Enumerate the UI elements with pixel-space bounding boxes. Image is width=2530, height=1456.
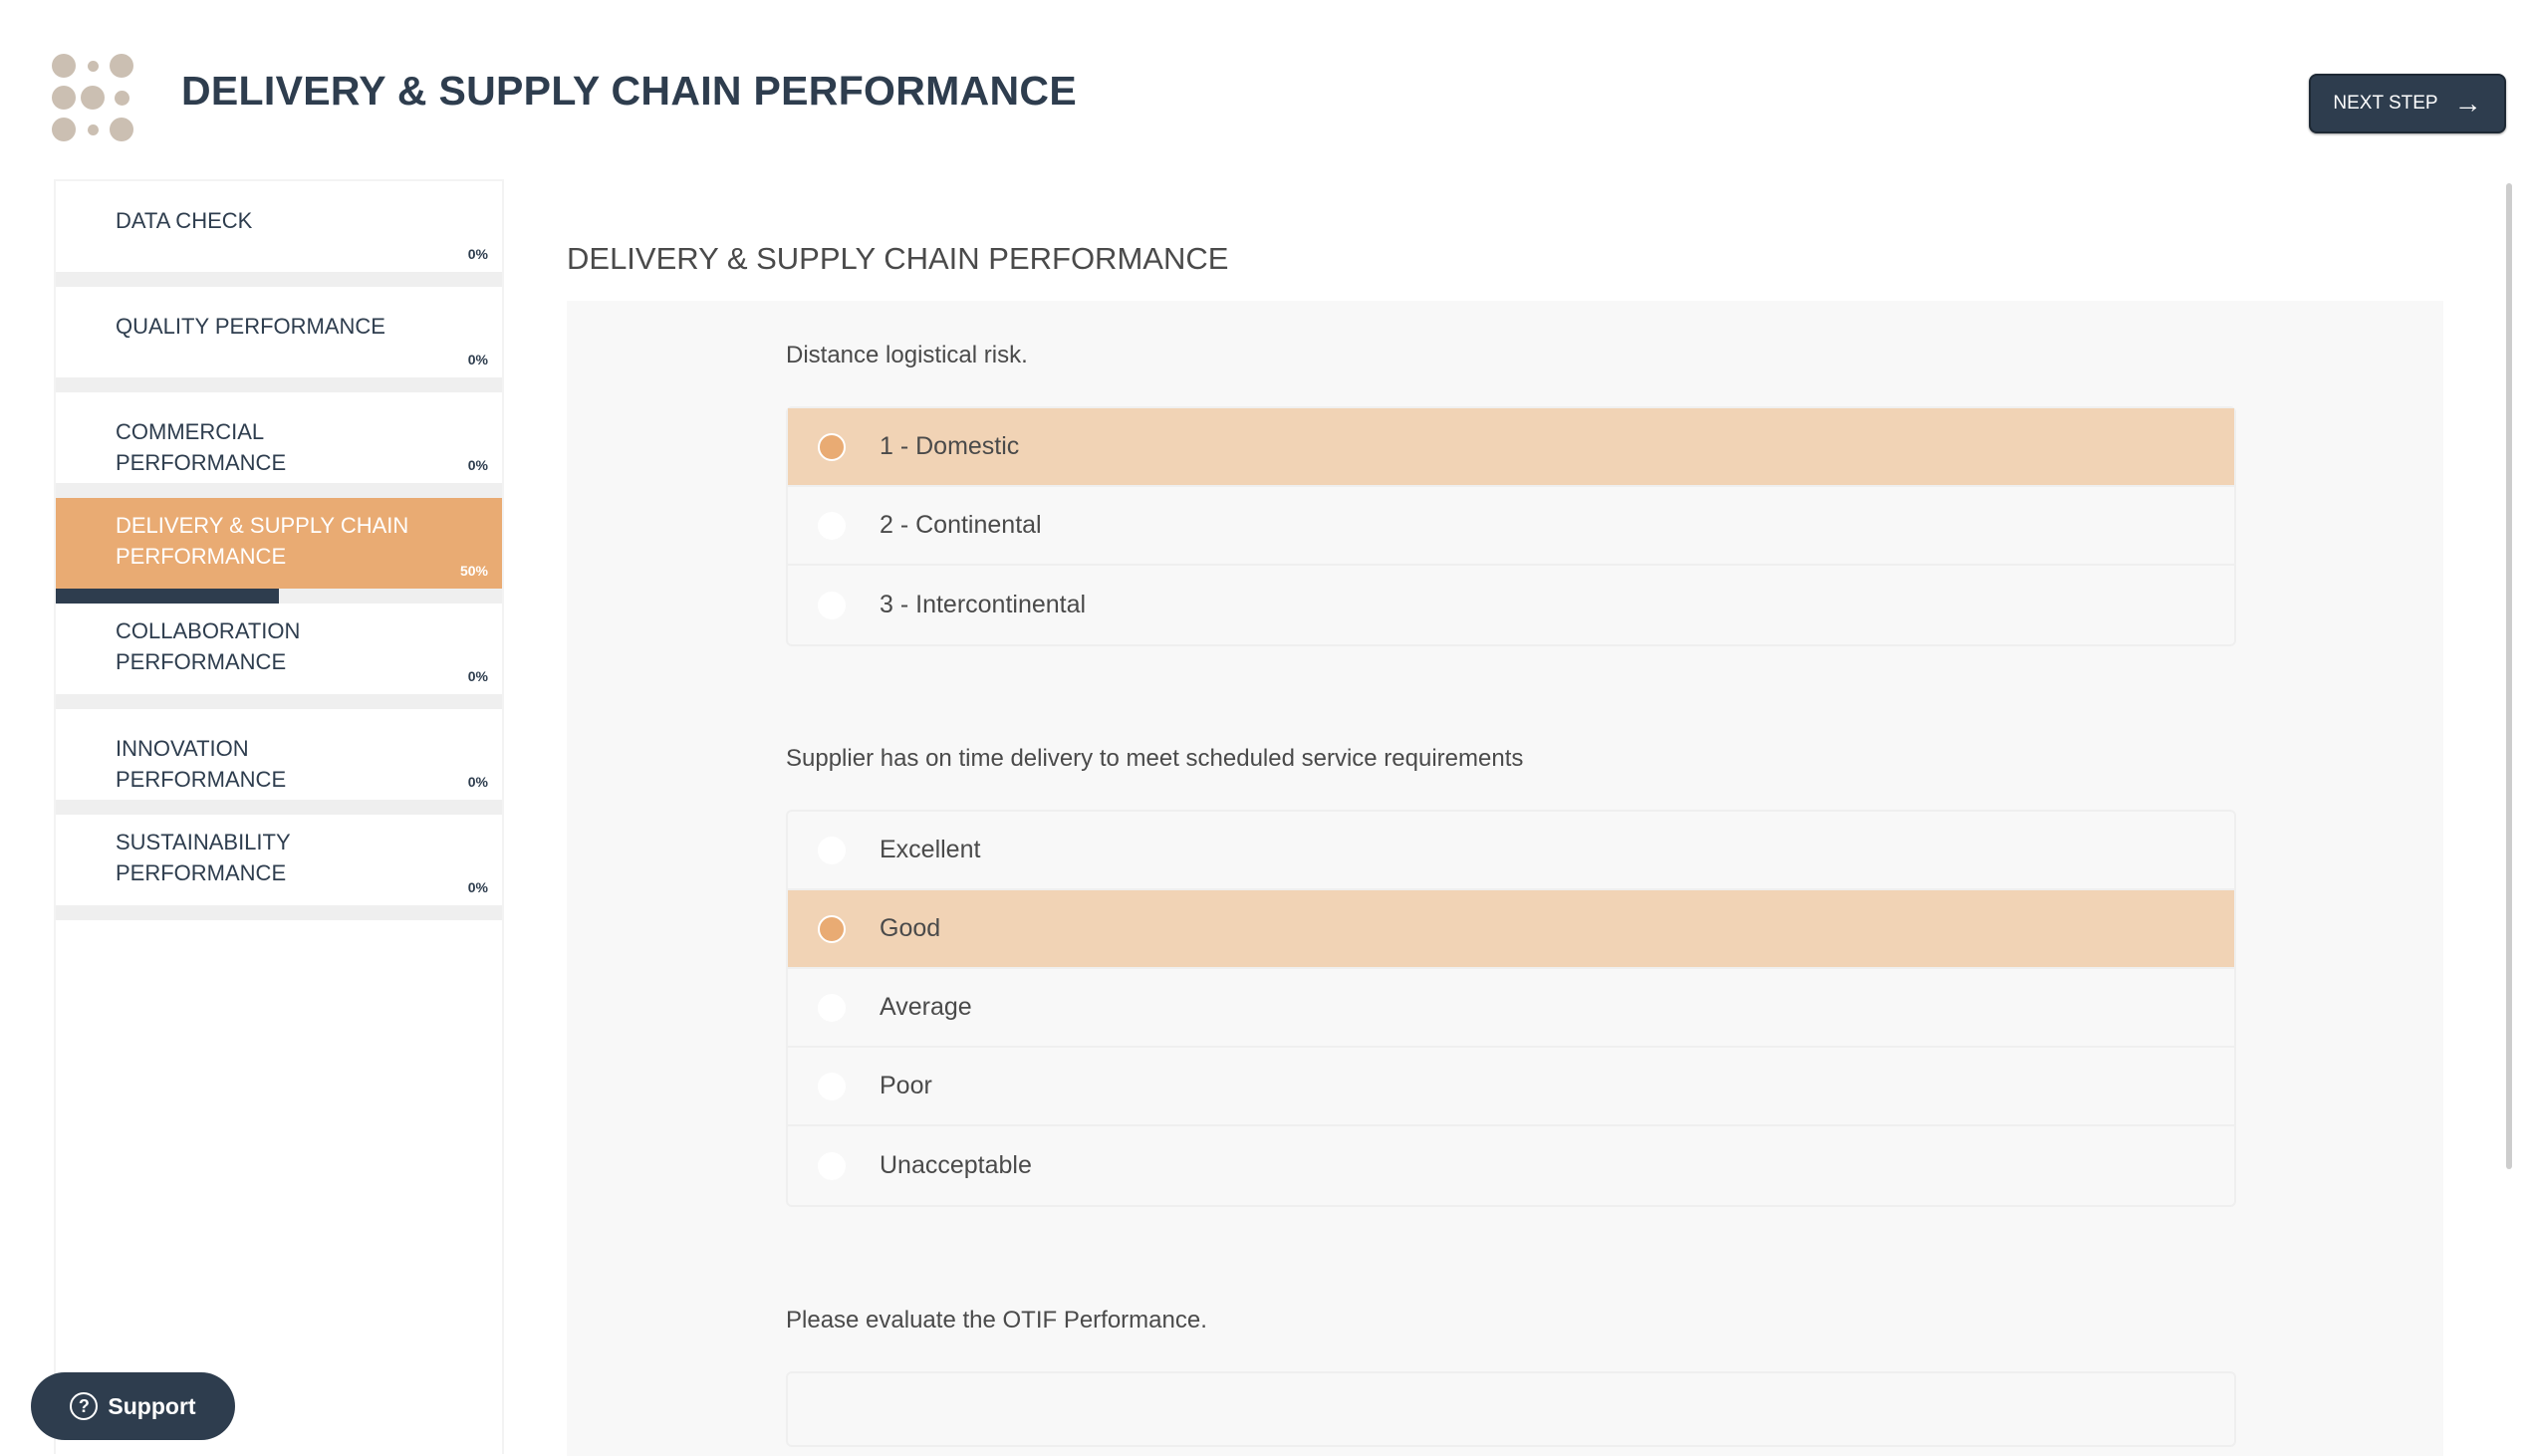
step-label: SUSTAINABILITY PERFORMANCE: [116, 830, 291, 885]
step-label: INNOVATION PERFORMANCE: [116, 736, 287, 792]
step-progress-bar: [56, 905, 502, 920]
scrollbar[interactable]: [2506, 183, 2512, 1169]
radio-button[interactable]: [818, 591, 846, 619]
step-percent: 0%: [467, 246, 488, 262]
arrow-right-icon: →: [2453, 88, 2482, 119]
sidebar-step[interactable]: QUALITY PERFORMANCE 0%: [56, 287, 502, 392]
option-label: 3 - Intercontinental: [880, 591, 1087, 618]
radio-option[interactable]: 1 - Domestic: [788, 408, 2234, 487]
step-progress-bar: [56, 377, 502, 392]
question-label: Distance logistical risk.: [786, 342, 1028, 368]
sidebar-step[interactable]: DATA CHECK 0%: [56, 181, 502, 287]
radio-option[interactable]: 2 - Continental: [788, 487, 2234, 566]
sidebar-step[interactable]: INNOVATION PERFORMANCE 0%: [56, 709, 502, 815]
sidebar-step[interactable]: DELIVERY & SUPPLY CHAIN PERFORMANCE 50%: [56, 498, 502, 604]
radio-option[interactable]: Excellent: [788, 812, 2234, 890]
next-step-button[interactable]: NEXT STEP →: [2309, 74, 2506, 133]
radio-button[interactable]: [818, 511, 846, 540]
option-label: Average: [880, 993, 972, 1021]
step-percent: 0%: [467, 668, 488, 684]
radio-group-on-time-delivery: Excellent Good Average Poor Unacceptable: [786, 810, 2236, 1207]
radio-button[interactable]: [818, 432, 846, 461]
option-label: Unacceptable: [880, 1151, 1032, 1179]
radio-option[interactable]: Good: [788, 890, 2234, 969]
step-label: COLLABORATION PERFORMANCE: [116, 618, 301, 674]
step-percent: 50%: [459, 563, 488, 579]
radio-button[interactable]: [818, 1072, 846, 1100]
radio-button[interactable]: [818, 1151, 846, 1180]
option-label: Good: [880, 914, 941, 942]
radio-option[interactable]: Poor: [788, 1048, 2234, 1126]
step-label: QUALITY PERFORMANCE: [116, 314, 385, 339]
radio-button[interactable]: [818, 914, 846, 943]
step-progress-bar: [56, 589, 502, 604]
option-label: Poor: [880, 1072, 932, 1099]
step-label: COMMERCIAL PERFORMANCE: [116, 419, 287, 475]
radio-button[interactable]: [818, 993, 846, 1022]
sidebar-step[interactable]: COMMERCIAL PERFORMANCE 0%: [56, 392, 502, 498]
next-step-label: NEXT STEP: [2333, 93, 2438, 114]
option-label: 2 - Continental: [880, 511, 1042, 539]
otif-answer-field[interactable]: [786, 1371, 2236, 1447]
section-title: DELIVERY & SUPPLY CHAIN PERFORMANCE: [567, 241, 1229, 276]
radio-option[interactable]: Unacceptable: [788, 1126, 2234, 1205]
step-progress-bar: [56, 694, 502, 709]
radio-option[interactable]: Average: [788, 969, 2234, 1048]
support-label: Support: [108, 1392, 196, 1419]
step-percent: 0%: [467, 774, 488, 790]
step-progress-bar: [56, 800, 502, 815]
question-label: Supplier has on time delivery to meet sc…: [786, 745, 1524, 772]
step-progress-fill: [56, 589, 279, 604]
help-icon: ?: [70, 1392, 99, 1420]
support-button[interactable]: ? Support: [31, 1372, 235, 1440]
question-label: Please evaluate the OTIF Performance.: [786, 1307, 1207, 1334]
radio-group-distance: 1 - Domestic 2 - Continental 3 - Intercont…: [786, 406, 2236, 646]
logo: [52, 54, 139, 141]
option-label: 1 - Domestic: [880, 432, 1020, 460]
sidebar-step[interactable]: SUSTAINABILITY PERFORMANCE 0%: [56, 815, 502, 920]
step-percent: 0%: [467, 879, 488, 895]
radio-button[interactable]: [818, 836, 846, 864]
step-progress-bar: [56, 272, 502, 287]
step-progress-bar: [56, 483, 502, 498]
step-percent: 0%: [467, 457, 488, 473]
step-label: DATA CHECK: [116, 208, 253, 233]
page-title: DELIVERY & SUPPLY CHAIN PERFORMANCE: [181, 68, 1077, 114]
option-label: Excellent: [880, 836, 981, 863]
sidebar-step[interactable]: COLLABORATION PERFORMANCE 0%: [56, 604, 502, 709]
step-percent: 0%: [467, 352, 488, 367]
step-label: DELIVERY & SUPPLY CHAIN PERFORMANCE: [116, 513, 409, 569]
radio-option[interactable]: 3 - Intercontinental: [788, 566, 2234, 644]
steps-sidebar: DATA CHECK 0% QUALITY PERFORMANCE 0% COMMERC…: [54, 179, 504, 1454]
